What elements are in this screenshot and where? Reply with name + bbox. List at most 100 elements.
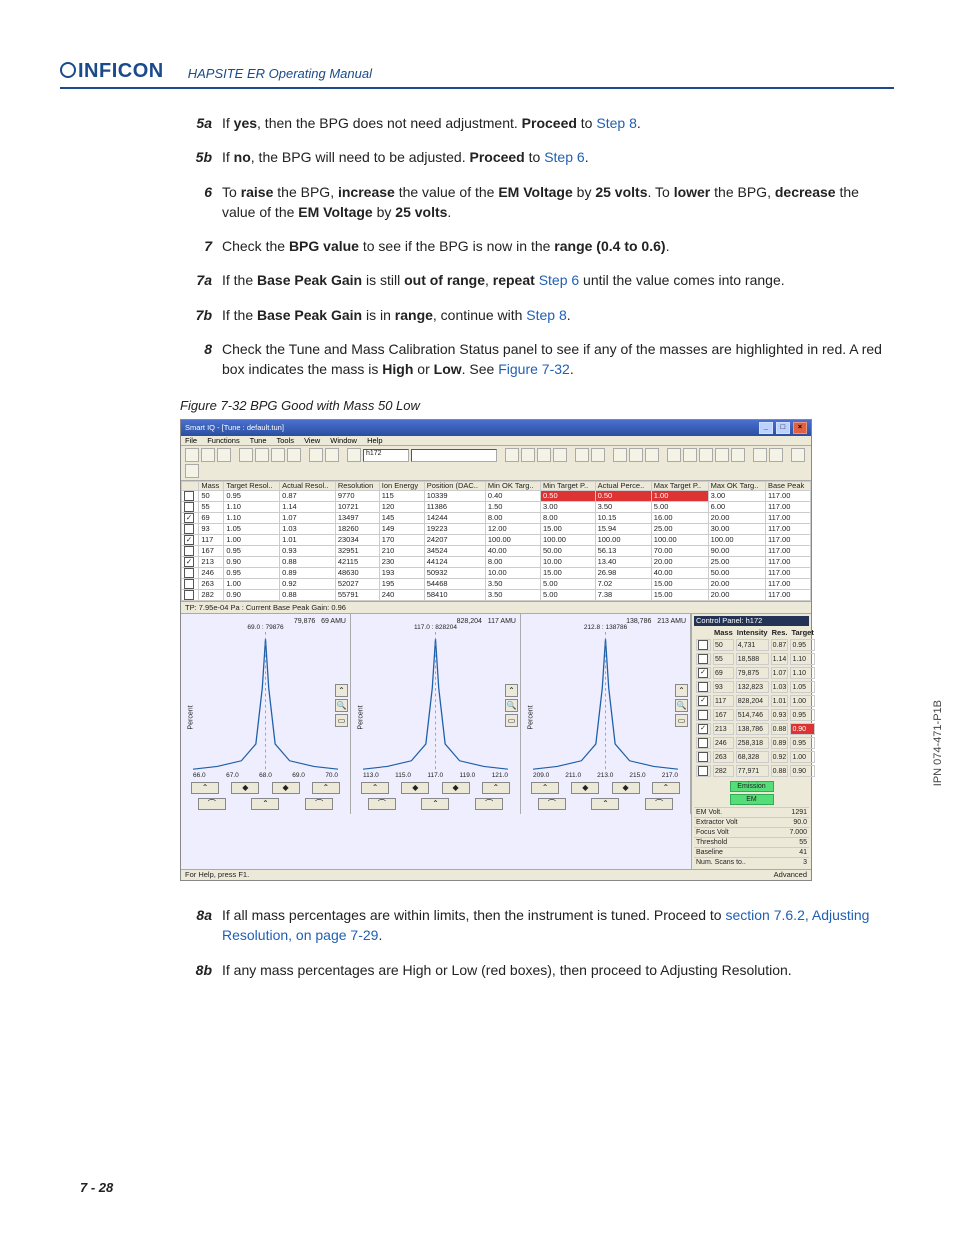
calib-icon[interactable] xyxy=(591,448,605,462)
marker2-icon[interactable]: ⌒ xyxy=(645,798,673,810)
open2-icon[interactable] xyxy=(201,448,215,462)
marker2-icon[interactable]: ⌒ xyxy=(368,798,396,810)
marker-icon[interactable]: ◆ xyxy=(272,782,300,794)
fit-tool-icon[interactable]: ▭ xyxy=(335,714,348,727)
disk-icon[interactable] xyxy=(239,448,253,462)
cp-checkbox[interactable] xyxy=(698,654,708,664)
tool1-icon[interactable] xyxy=(255,448,269,462)
instrument-icon[interactable] xyxy=(347,448,361,462)
row-checkbox[interactable] xyxy=(184,546,194,556)
zoom-tool-icon[interactable]: 🔍 xyxy=(675,699,688,712)
zoom-tool-icon[interactable]: 🔍 xyxy=(335,699,348,712)
marker2-icon[interactable]: ⌒ xyxy=(538,798,566,810)
cp-checkbox[interactable] xyxy=(698,682,708,692)
cp-checkbox[interactable] xyxy=(698,710,708,720)
stop-icon[interactable] xyxy=(309,448,323,462)
cp-checkbox[interactable]: ✓ xyxy=(698,668,708,678)
cp-field-value[interactable]: 1291 xyxy=(791,809,807,816)
minimize-icon[interactable]: _ xyxy=(759,422,773,434)
marker-icon[interactable]: ◆ xyxy=(442,782,470,794)
tool3-icon[interactable] xyxy=(287,448,301,462)
cp-checkbox[interactable] xyxy=(698,738,708,748)
row-checkbox[interactable] xyxy=(184,590,194,600)
marker2-icon[interactable]: ⌃ xyxy=(251,798,279,810)
menu-file[interactable]: File xyxy=(185,436,197,445)
table-cell: 117.00 xyxy=(766,512,811,523)
cp-checkbox[interactable] xyxy=(698,752,708,762)
peak-tool-icon[interactable]: ⌃ xyxy=(505,684,518,697)
cp-field-value[interactable]: 90.0 xyxy=(793,819,807,826)
marker-icon[interactable]: ⌃ xyxy=(652,782,680,794)
zoom-tool-icon[interactable]: 🔍 xyxy=(505,699,518,712)
cp-checkbox[interactable]: ✓ xyxy=(698,724,708,734)
zoom-icon[interactable] xyxy=(629,448,643,462)
menu-functions[interactable]: Functions xyxy=(207,436,240,445)
fit-tool-icon[interactable]: ▭ xyxy=(675,714,688,727)
peak-tool-icon[interactable]: ⌃ xyxy=(675,684,688,697)
menu-tune[interactable]: Tune xyxy=(250,436,267,445)
emission-button[interactable]: Emission xyxy=(730,781,774,792)
menu-help[interactable]: Help xyxy=(367,436,382,445)
tool2-icon[interactable] xyxy=(271,448,285,462)
cp-checkbox[interactable] xyxy=(698,766,708,776)
stop2-icon[interactable] xyxy=(553,448,567,462)
peak2-icon[interactable] xyxy=(769,448,783,462)
marker-icon[interactable]: ◆ xyxy=(401,782,429,794)
filter3-icon[interactable] xyxy=(699,448,713,462)
save-icon[interactable] xyxy=(217,448,231,462)
marker-icon[interactable]: ◆ xyxy=(231,782,259,794)
cp-checkbox[interactable] xyxy=(698,640,708,650)
help-icon[interactable] xyxy=(325,448,339,462)
row-checkbox[interactable]: ✓ xyxy=(184,513,194,523)
menu-view[interactable]: View xyxy=(304,436,320,445)
marker-icon[interactable]: ⌃ xyxy=(191,782,219,794)
filter1-icon[interactable] xyxy=(667,448,681,462)
bars-icon[interactable] xyxy=(613,448,627,462)
peak-tool-icon[interactable]: ⌃ xyxy=(335,684,348,697)
row-checkbox[interactable]: ✓ xyxy=(184,557,194,567)
fit-tool-icon[interactable]: ▭ xyxy=(505,714,518,727)
close-icon[interactable]: × xyxy=(793,422,807,434)
filter4-icon[interactable] xyxy=(715,448,729,462)
marker2-icon[interactable]: ⌒ xyxy=(475,798,503,810)
cp-field-label: Extractor Volt xyxy=(696,819,738,826)
row-checkbox[interactable] xyxy=(184,524,194,534)
marker-icon[interactable]: ◆ xyxy=(571,782,599,794)
menu-window[interactable]: Window xyxy=(330,436,357,445)
cp-checkbox[interactable]: ✓ xyxy=(698,696,708,706)
marker-icon[interactable]: ⌃ xyxy=(312,782,340,794)
filter5-icon[interactable] xyxy=(731,448,745,462)
marker2-icon[interactable]: ⌒ xyxy=(198,798,226,810)
cp-field-value[interactable]: 41 xyxy=(799,849,807,856)
row-checkbox[interactable] xyxy=(184,568,194,578)
cp-field-value[interactable]: 3 xyxy=(803,859,807,866)
peak-icon[interactable] xyxy=(645,448,659,462)
dropdown-input[interactable] xyxy=(411,449,497,462)
export2-icon[interactable] xyxy=(185,464,199,478)
marker-icon[interactable]: ◆ xyxy=(612,782,640,794)
row-checkbox[interactable] xyxy=(184,491,194,501)
export-icon[interactable] xyxy=(791,448,805,462)
cp-field-value[interactable]: 55 xyxy=(799,839,807,846)
instrument-input[interactable]: h172 xyxy=(363,449,409,462)
marker2-icon[interactable]: ⌃ xyxy=(421,798,449,810)
overlay-icon[interactable] xyxy=(521,448,535,462)
cp-field-value[interactable]: 7.000 xyxy=(789,829,807,836)
menu-tools[interactable]: Tools xyxy=(276,436,294,445)
maximize-icon[interactable]: □ xyxy=(776,422,790,434)
marker-icon[interactable]: ⌃ xyxy=(531,782,559,794)
row-checkbox[interactable]: ✓ xyxy=(184,535,194,545)
open-icon[interactable] xyxy=(185,448,199,462)
plot-icon[interactable] xyxy=(753,448,767,462)
em-button[interactable]: EM xyxy=(730,794,774,805)
marker2-icon[interactable]: ⌃ xyxy=(591,798,619,810)
chart-icon[interactable] xyxy=(505,448,519,462)
row-checkbox[interactable] xyxy=(184,579,194,589)
filter2-icon[interactable] xyxy=(683,448,697,462)
marker2-icon[interactable]: ⌒ xyxy=(305,798,333,810)
scope-icon[interactable] xyxy=(575,448,589,462)
marker-icon[interactable]: ⌃ xyxy=(361,782,389,794)
run-icon[interactable] xyxy=(537,448,551,462)
marker-icon[interactable]: ⌃ xyxy=(482,782,510,794)
row-checkbox[interactable] xyxy=(184,502,194,512)
